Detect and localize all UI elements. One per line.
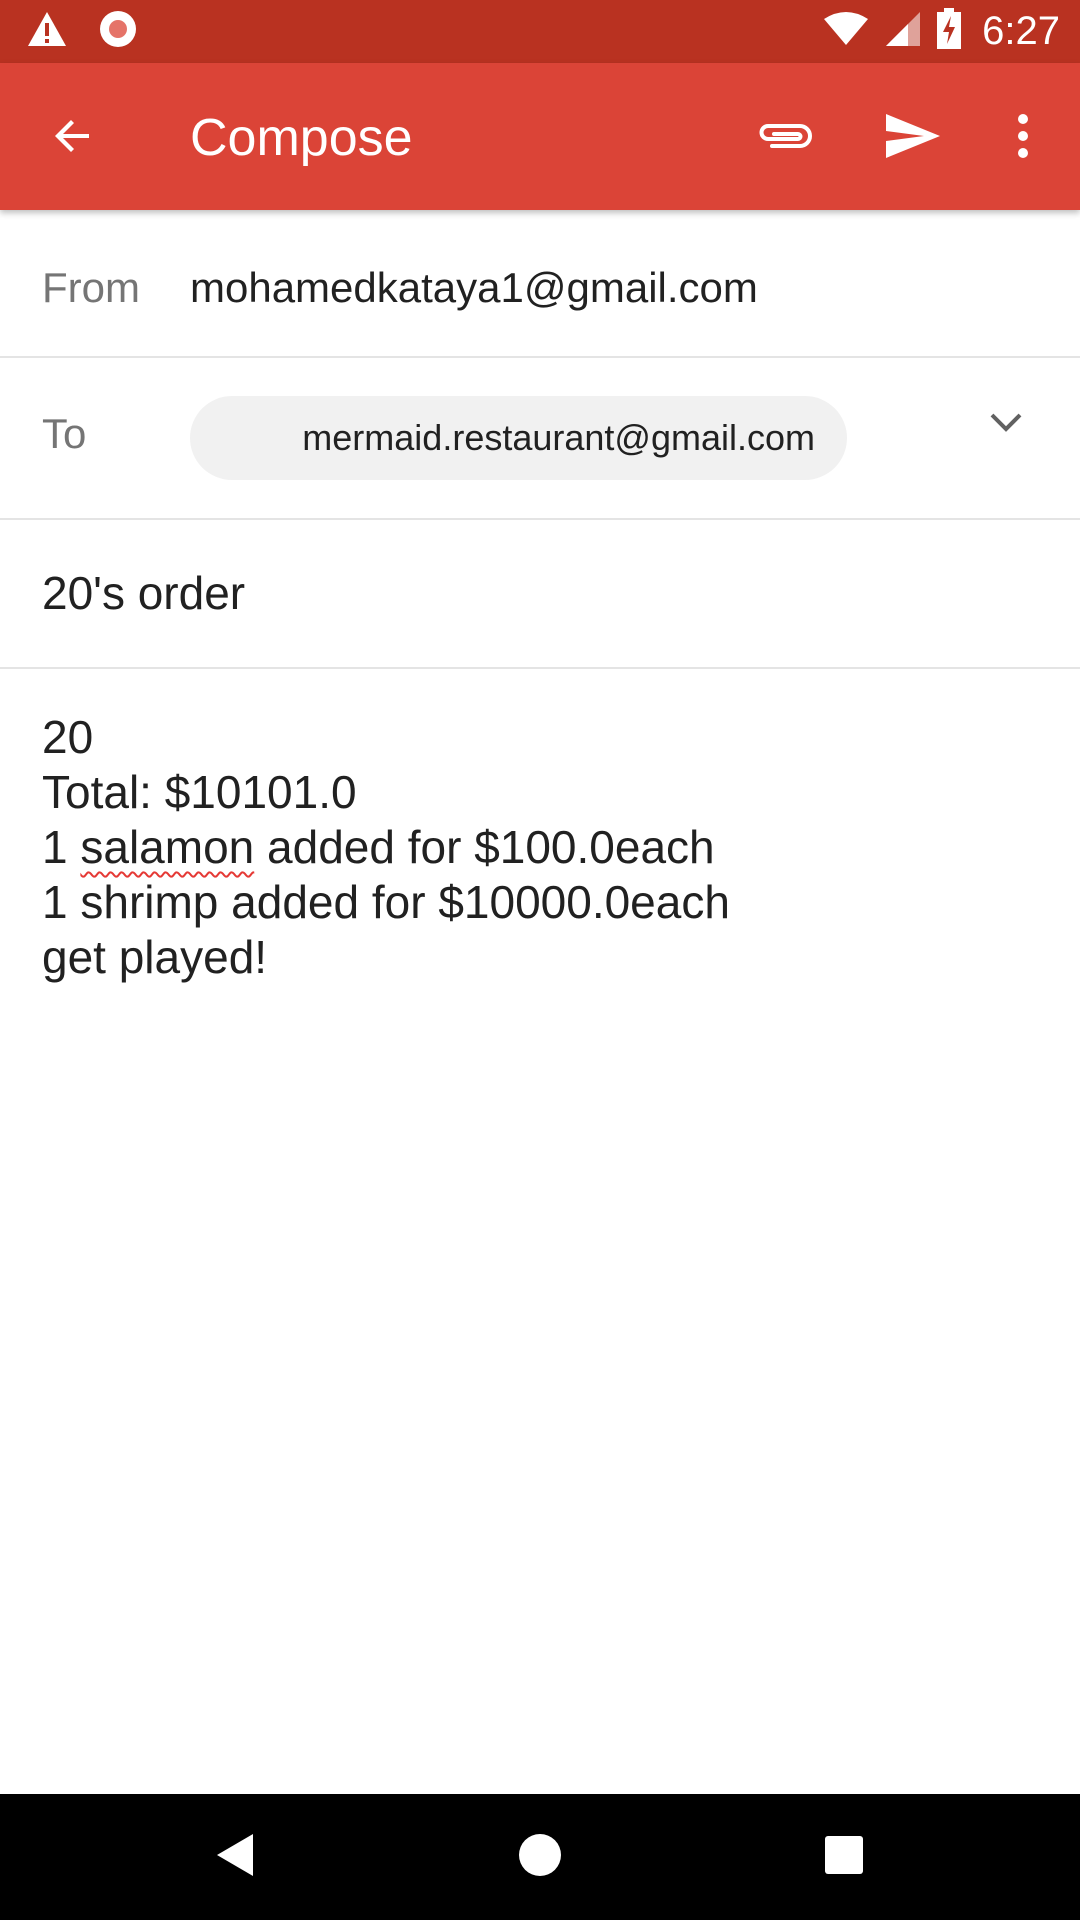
from-row: From mohamedkataya1@gmail.com	[0, 210, 1080, 358]
body-line: 1 salamon added for $100.0each	[42, 820, 1042, 875]
nav-recents-button[interactable]	[814, 1827, 874, 1887]
record-icon	[98, 9, 138, 54]
to-row[interactable]: To mermaid.restaurant@gmail.com	[0, 358, 1080, 520]
more-vert-icon	[1016, 113, 1030, 164]
to-label: To	[42, 410, 87, 457]
from-account-selector[interactable]: mohamedkataya1@gmail.com	[190, 264, 758, 312]
recipient-chip[interactable]: mermaid.restaurant@gmail.com	[190, 396, 847, 480]
app-bar: Compose	[0, 63, 1080, 210]
body-line: 20	[42, 711, 94, 763]
page-title: Compose	[190, 109, 413, 167]
body-text: added for $100.0each	[254, 821, 715, 873]
subject-text: 20's order	[42, 567, 246, 619]
back-arrow-icon	[49, 112, 97, 165]
body-line: get played!	[42, 931, 268, 983]
misspelled-word[interactable]: salamon	[80, 821, 254, 873]
navigation-bar	[0, 1794, 1080, 1920]
from-label: From	[42, 264, 140, 311]
message-body-field[interactable]: 20 Total: $10101.0 1 salamon added for $…	[42, 710, 1042, 985]
alert-icon	[26, 10, 68, 53]
chevron-down-icon	[988, 410, 1024, 439]
more-options-button[interactable]	[1000, 103, 1046, 173]
wifi-icon	[822, 11, 870, 52]
battery-charging-icon	[936, 7, 962, 55]
body-line: Total: $10101.0	[42, 766, 357, 818]
paperclip-icon	[756, 118, 814, 159]
attach-button[interactable]	[750, 103, 820, 173]
send-icon	[884, 112, 942, 165]
subject-field[interactable]: 20's order	[0, 520, 1080, 669]
body-text: 1	[42, 821, 81, 873]
expand-recipients-button[interactable]	[980, 398, 1032, 450]
recipient-address: mermaid.restaurant@gmail.com	[302, 417, 815, 458]
nav-home-button[interactable]	[510, 1827, 570, 1887]
signal-icon	[884, 10, 922, 53]
back-button[interactable]	[38, 103, 108, 173]
nav-back-icon	[215, 1832, 257, 1883]
status-time: 6:27	[982, 9, 1060, 53]
body-line: 1 shrimp added for $10000.0each	[42, 876, 730, 928]
status-bar: 6:27	[0, 0, 1080, 63]
send-button[interactable]	[878, 103, 948, 173]
nav-home-icon	[518, 1833, 562, 1882]
nav-recents-icon	[824, 1835, 864, 1880]
nav-back-button[interactable]	[206, 1827, 266, 1887]
